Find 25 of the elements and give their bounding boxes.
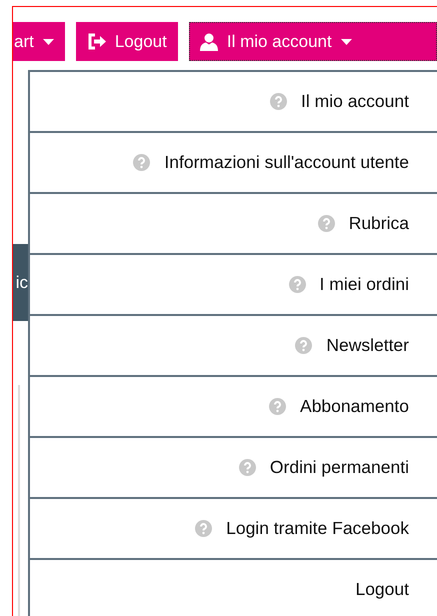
nav-button[interactable]: art (13, 22, 65, 61)
help-icon (133, 154, 150, 171)
user-icon (200, 32, 218, 50)
help-icon (318, 215, 335, 232)
menu-item[interactable]: Il mio account (30, 72, 437, 133)
nav-button[interactable]: Il mio account (188, 22, 437, 61)
help-icon (195, 520, 212, 537)
menu-item[interactable]: Abbonamento (30, 377, 437, 438)
menu-item[interactable]: Informazioni sull'account utente (30, 133, 437, 194)
caret-icon (42, 38, 54, 44)
help-icon (288, 276, 306, 293)
nav-button[interactable]: Logout (76, 22, 178, 61)
help-icon (270, 93, 288, 110)
side-tab[interactable]: ic (13, 244, 28, 321)
menu-item[interactable]: Rubrica (30, 194, 437, 255)
caret-icon (340, 38, 352, 44)
menu-item[interactable]: Ordini permanenti (30, 438, 437, 499)
menu-item[interactable]: Login tramite Facebook (30, 499, 437, 560)
help-icon (238, 459, 256, 476)
help-icon (269, 398, 286, 415)
menu-item[interactable]: Newsletter (30, 316, 437, 377)
help-icon (295, 337, 312, 354)
menu-item[interactable]: Logout (30, 560, 437, 616)
logout-icon (86, 33, 106, 50)
menu-item[interactable]: I miei ordini (30, 255, 437, 316)
